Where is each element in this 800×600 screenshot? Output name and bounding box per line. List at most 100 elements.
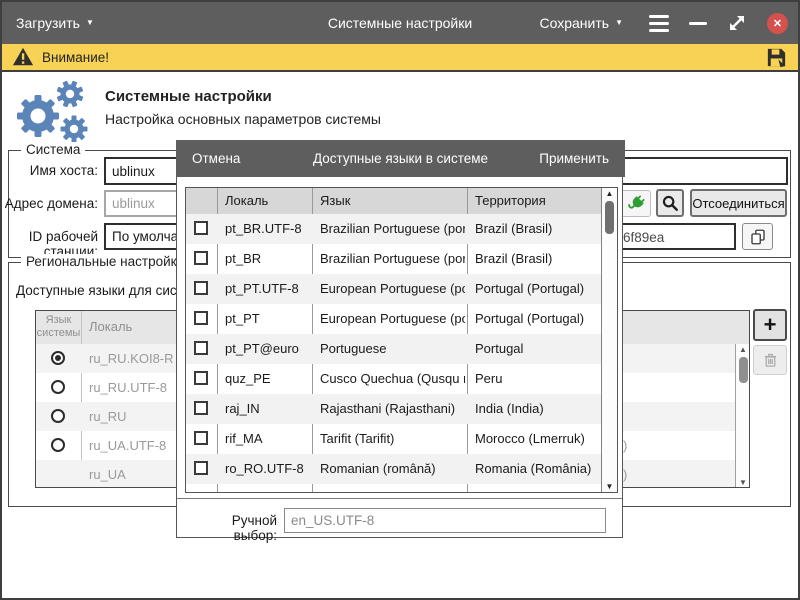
locale-cell: ru_RU.KOI8-R: [89, 351, 174, 366]
close-icon[interactable]: ✕: [767, 13, 788, 34]
locale-table-scrollbar[interactable]: ▲ ▼: [735, 344, 750, 488]
locale-cell: pt_BR: [225, 251, 305, 266]
search-button[interactable]: [656, 189, 684, 217]
system-language-radio[interactable]: [51, 380, 65, 394]
locale-cell: pt_PT.UTF-8: [225, 281, 305, 296]
domain-label: Адрес домена:: [0, 196, 98, 211]
language-row[interactable]: pt_PT.UTF-8 European Portuguese (po Portug…: [186, 274, 601, 304]
manual-select-input[interactable]: [284, 508, 606, 533]
language-row[interactable]: pt_PT@euro Portuguese Portugal: [186, 334, 601, 364]
add-language-button[interactable]: +: [753, 309, 787, 341]
locale-cell: ro_RO.UTF-8: [225, 461, 305, 476]
column-header-language: Язык: [320, 193, 350, 208]
locale-cell: pt_PT: [225, 311, 305, 326]
language-checkbox[interactable]: [194, 341, 208, 355]
language-checkbox[interactable]: [194, 401, 208, 415]
language-cell: Cusco Quechua (Qusqu r: [320, 371, 465, 386]
language-row[interactable]: pt_BR.UTF-8Brazilian Portuguese (porBraz…: [186, 214, 601, 244]
floppy-disk-icon[interactable]: [765, 46, 788, 69]
hostname-label: Имя хоста:: [0, 163, 98, 178]
page-subtitle: Настройка основных параметров системы: [105, 111, 381, 127]
apply-button[interactable]: Применить: [539, 151, 609, 166]
language-checkbox[interactable]: [194, 221, 208, 235]
dialog-header: Доступные языки в системе Отмена Примени…: [176, 140, 625, 177]
language-cell: Rajasthani (Rajasthani): [320, 401, 465, 416]
system-language-radio[interactable]: [51, 438, 65, 452]
scroll-down-icon[interactable]: ▼: [736, 478, 750, 487]
dialog-divider: [177, 498, 622, 499]
system-language-radio[interactable]: [51, 409, 65, 423]
copy-icon: [749, 228, 767, 246]
language-cell: Romanian (română): [320, 461, 465, 476]
maximize-icon[interactable]: [727, 13, 747, 33]
cancel-button[interactable]: Отмена: [192, 151, 240, 166]
territory-cell: Portugal (Portugal): [475, 311, 597, 326]
page-title: Системные настройки: [105, 88, 272, 105]
language-checkbox[interactable]: [194, 461, 208, 475]
language-checkbox[interactable]: [194, 371, 208, 385]
connection-status-button[interactable]: [620, 190, 651, 217]
territory-cell: Morocco (Lmerruk): [475, 431, 597, 446]
territory-cell: Peru: [475, 371, 597, 386]
dialog-scrollbar[interactable]: ▲ ▼: [601, 188, 617, 492]
manual-select-label: Ручной выбор:: [187, 513, 277, 543]
locale-cell: pt_BR.UTF-8: [225, 221, 305, 236]
language-checkbox[interactable]: [194, 251, 208, 265]
search-icon: [661, 194, 679, 212]
language-row[interactable]: quz_PE Cusco Quechua (Qusqu r Peru: [186, 364, 601, 394]
locale-cell: quz_PE: [225, 371, 305, 386]
minimize-icon[interactable]: [689, 22, 707, 25]
save-menu-button[interactable]: Сохранить ▼: [534, 11, 630, 35]
disconnect-button[interactable]: Отсоединиться: [690, 189, 787, 217]
language-cell: Tarifit (Tarifit): [320, 431, 465, 446]
scrollbar-thumb[interactable]: [739, 357, 748, 383]
gears-icon: [12, 80, 96, 142]
clipped-text-fragment: ): [623, 438, 627, 453]
system-language-radio[interactable]: [51, 351, 65, 365]
language-cell: Brazilian Portuguese (por: [320, 221, 465, 236]
language-cell: Brazilian Portuguese (por: [320, 251, 465, 266]
locale-cell: ru_UA: [89, 467, 126, 482]
language-cell: Portuguese: [320, 341, 465, 356]
language-checkbox[interactable]: [194, 281, 208, 295]
locale-cell: ru_RU.UTF-8: [89, 380, 167, 395]
locale-cell: pt_PT@euro: [225, 341, 305, 356]
delete-language-button[interactable]: [753, 345, 787, 375]
language-row[interactable]: raj_IN Rajasthani (Rajasthani) India (Indi…: [186, 394, 601, 424]
warning-bar: Внимание!: [2, 44, 798, 72]
language-table-header: Локаль Язык Территория: [186, 188, 617, 215]
menu-icon[interactable]: [649, 15, 669, 32]
scroll-up-icon[interactable]: ▲: [736, 345, 750, 354]
language-row[interactable]: pt_PT European Portuguese (po Portugal (Po…: [186, 304, 601, 334]
territory-cell: Portugal (Portugal): [475, 281, 597, 296]
language-cell: European Portuguese (po: [320, 311, 465, 326]
locale-cell: rif_MA: [225, 431, 305, 446]
clipped-text-fragment: ): [623, 467, 627, 482]
chevron-down-icon: ▼: [615, 19, 623, 27]
territory-cell: Portugal: [475, 341, 597, 356]
column-header-locale: Локаль: [89, 319, 132, 334]
copy-button[interactable]: [742, 223, 773, 250]
language-cell: European Portuguese (po: [320, 281, 465, 296]
scrollbar-thumb[interactable]: [605, 201, 614, 234]
column-header-locale: Локаль: [225, 193, 268, 208]
scroll-up-icon[interactable]: ▲: [602, 189, 617, 198]
save-menu-label: Сохранить: [540, 15, 610, 31]
territory-cell: India (India): [475, 401, 597, 416]
language-table-body: pt_BR.UTF-8 Brazilian Portuguese (por Braz…: [186, 214, 601, 492]
scroll-down-icon[interactable]: ▼: [602, 482, 617, 491]
language-list-panel: Локаль Язык Территория pt_BR.UTF-8 Brazil…: [185, 187, 618, 493]
system-section-legend: Система: [21, 142, 85, 157]
app-window: Загрузить ▼ Системные настройки Сохранит…: [0, 0, 800, 600]
plug-icon: [626, 194, 646, 214]
trash-icon: [762, 352, 779, 369]
language-row[interactable]: ro_RO.UTF-8Romanian (română)Romania (Rom…: [186, 454, 601, 484]
language-row[interactable]: pt_BRBrazilian Portuguese (porBrazil (Br…: [186, 244, 601, 274]
language-row[interactable]: rif_MA Tarifit (Tarifit) Morocco (Lmerruk): [186, 424, 601, 454]
station-id-fragment: 6f89ea: [623, 230, 664, 245]
title-bar: Загрузить ▼ Системные настройки Сохранит…: [2, 2, 798, 44]
language-checkbox[interactable]: [194, 311, 208, 325]
locale-cell: ru_RU: [89, 409, 127, 424]
locale-cell: raj_IN: [225, 401, 305, 416]
language-checkbox[interactable]: [194, 431, 208, 445]
